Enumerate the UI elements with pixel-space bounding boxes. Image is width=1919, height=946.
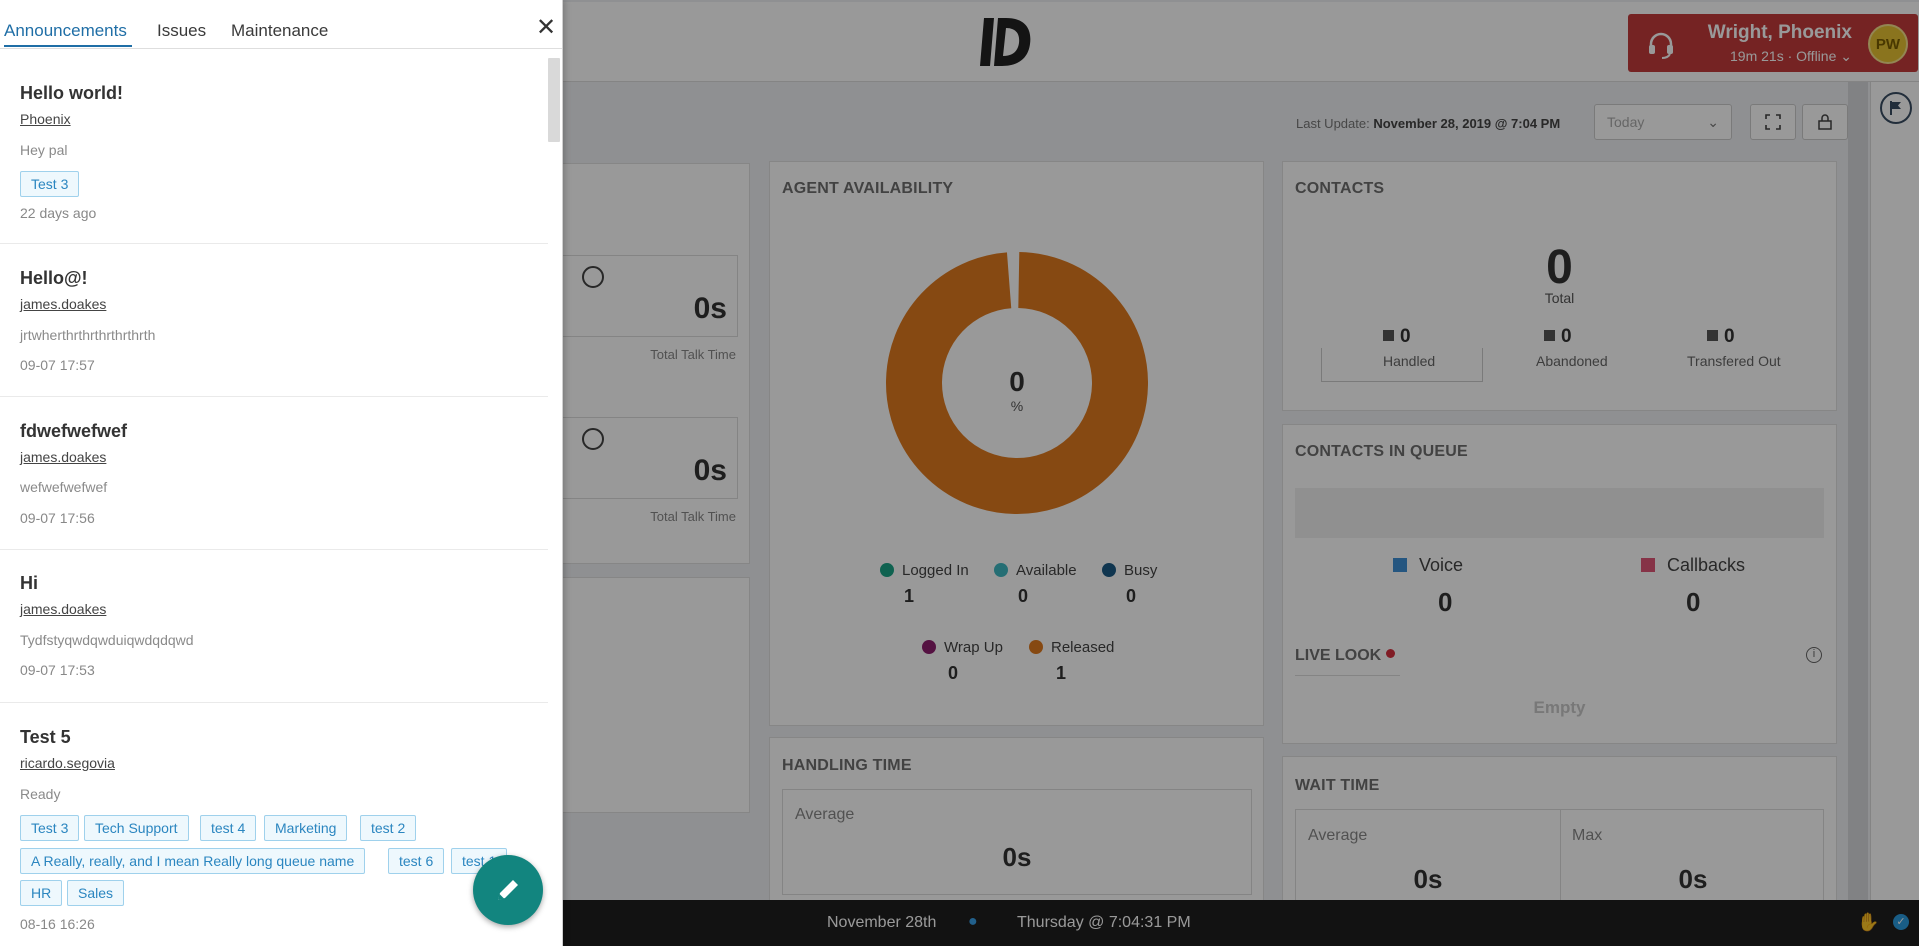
pencil-icon xyxy=(498,880,518,900)
announcement-title: Hello@! xyxy=(20,268,88,288)
announcement-title: Hi xyxy=(20,573,38,593)
active-tab-indicator xyxy=(4,45,132,47)
announcement-author[interactable]: Phoenix xyxy=(20,111,71,127)
announcement-time: 08-16 16:26 xyxy=(20,916,95,932)
announcement-author[interactable]: ricardo.segovia xyxy=(20,755,115,771)
close-icon[interactable]: ✕ xyxy=(536,16,556,40)
announcement-author[interactable]: james.doakes xyxy=(20,449,106,465)
list-item[interactable]: Test 5 ricardo.segovia Ready Test 3 Tech… xyxy=(0,704,548,946)
announcement-list[interactable]: Hello world! Phoenix Hey pal Test 3 22 d… xyxy=(0,50,562,946)
announcement-time: 22 days ago xyxy=(20,205,97,221)
announcement-body: Hey pal xyxy=(20,142,68,158)
queue-tag[interactable]: HR xyxy=(20,880,63,906)
announcement-title: Test 5 xyxy=(20,727,71,747)
announcement-body: jrtwherthrthrthrthrthrth xyxy=(20,327,156,343)
list-item[interactable]: fdwefwefwef james.doakes wefwefwefwef 09… xyxy=(0,398,548,550)
announcement-title: fdwefwefwef xyxy=(20,421,128,441)
tab-issues[interactable]: Issues xyxy=(157,21,206,41)
tab-announcements[interactable]: Announcements xyxy=(4,21,127,41)
announcement-author[interactable]: james.doakes xyxy=(20,296,106,312)
announcement-body: Ready xyxy=(20,786,61,802)
announcement-time: 09-07 17:57 xyxy=(20,357,95,373)
announcement-time: 09-07 17:56 xyxy=(20,510,95,526)
queue-tag[interactable]: Marketing xyxy=(264,815,348,841)
queue-tag[interactable]: test 6 xyxy=(388,848,445,874)
list-item[interactable]: Hello world! Phoenix Hey pal Test 3 22 d… xyxy=(0,50,548,244)
queue-tag[interactable]: test 2 xyxy=(360,815,417,841)
announcement-body: wefwefwefwef xyxy=(20,479,108,495)
announcement-body: Tydfstyqwdqwduiqwdqdqwd xyxy=(20,632,194,648)
compose-announcement-button[interactable] xyxy=(473,855,543,925)
queue-tag[interactable]: Test 3 xyxy=(20,815,80,841)
queue-tag[interactable]: test 4 xyxy=(200,815,257,841)
panel-scrollbar-thumb[interactable] xyxy=(548,58,560,142)
queue-tag[interactable]: Tech Support xyxy=(84,815,189,841)
announcements-panel: Announcements Issues Maintenance ✕ Hello… xyxy=(0,0,563,946)
list-item[interactable]: Hello@! james.doakes jrtwherthrthrthrthr… xyxy=(0,245,548,397)
panel-tabs: Announcements Issues Maintenance ✕ xyxy=(0,0,562,49)
list-item[interactable]: Hi james.doakes Tydfstyqwdqwduiqwdqdqwd … xyxy=(0,551,548,703)
queue-tag[interactable]: Test 3 xyxy=(20,171,80,197)
announcement-author[interactable]: james.doakes xyxy=(20,601,106,617)
queue-tag[interactable]: A Really, really, and I mean Really long… xyxy=(20,848,366,874)
queue-tag[interactable]: Sales xyxy=(67,880,125,906)
app-root: Wright, Phoenix 19m 21s · Offline ⌄ PW L… xyxy=(0,0,1919,946)
announcement-title: Hello world! xyxy=(20,83,123,103)
tab-maintenance[interactable]: Maintenance xyxy=(231,21,328,41)
announcement-time: 09-07 17:53 xyxy=(20,662,95,678)
